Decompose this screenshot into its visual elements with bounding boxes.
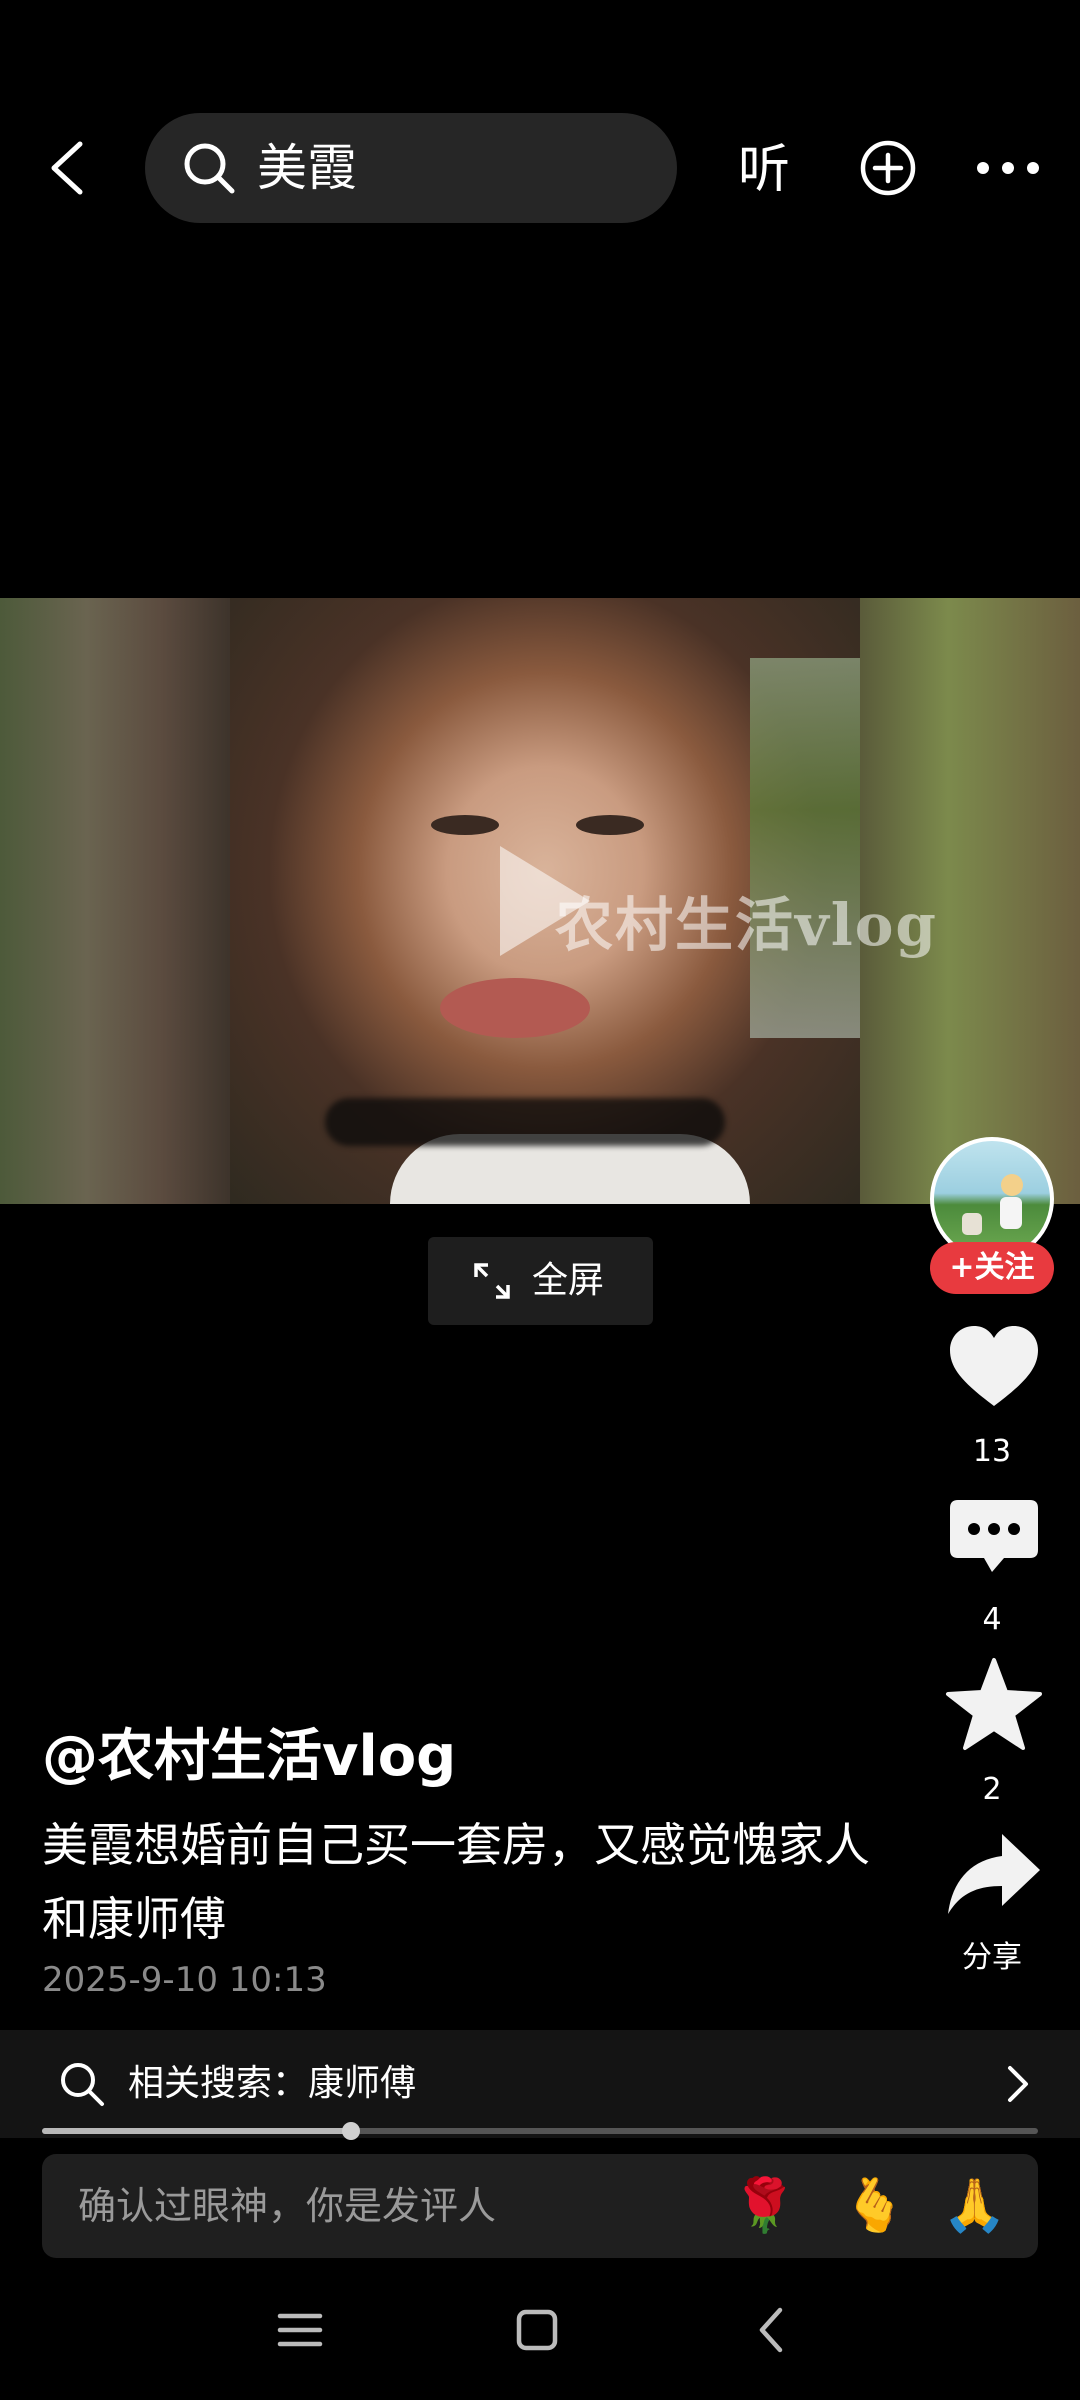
heart-icon[interactable]	[944, 1318, 1044, 1418]
share-arrow-icon[interactable]	[944, 1826, 1044, 1926]
background-foliage	[750, 658, 860, 1038]
add-circle-icon[interactable]	[858, 138, 918, 198]
playback-progress-fill	[42, 2128, 351, 2134]
video-subject-eyes	[431, 815, 644, 835]
comment-input[interactable]: 确认过眼神，你是发评人 🌹 🫰 🙏	[42, 2154, 1038, 2258]
follow-button[interactable]: +关注	[930, 1242, 1054, 1294]
comment-placeholder[interactable]: 确认过眼神，你是发评人	[78, 2182, 496, 2230]
favorite-count: 2	[982, 1772, 1002, 1807]
fullscreen-button[interactable]: 全屏	[428, 1237, 653, 1325]
search-bar[interactable]: 美霞	[145, 113, 677, 223]
like-count: 13	[972, 1434, 1012, 1469]
comment-bubble-icon[interactable]	[944, 1490, 1044, 1590]
search-icon	[184, 143, 235, 194]
avatar-illustration	[962, 1174, 1023, 1235]
related-search-bar[interactable]: 相关搜索：康师傅	[0, 2030, 1080, 2138]
emoji-pray[interactable]: 🙏	[942, 2176, 1007, 2236]
expand-icon	[474, 1263, 510, 1299]
star-icon[interactable]	[944, 1656, 1044, 1756]
related-search-label: 相关搜索：康师傅	[128, 2063, 417, 2104]
post-description: 美霞想婚前自己买一套房，又感觉愧家人和康师傅	[42, 1818, 870, 1946]
video-watermark: 农村生活vlog	[555, 891, 938, 959]
comment-count: 4	[982, 1602, 1002, 1637]
video-player[interactable]: 农村生活vlog	[0, 598, 1080, 1204]
emoji-rose[interactable]: 🌹	[732, 2176, 797, 2236]
back-arrow-icon[interactable]	[40, 138, 100, 198]
blurred-caption	[325, 1098, 725, 1146]
post-datetime: 2025-9-10 10:13	[42, 1960, 327, 2000]
author-handle[interactable]: @农村生活vlog	[42, 1722, 456, 1792]
nav-back-icon[interactable]	[742, 2300, 802, 2360]
search-icon	[61, 2063, 104, 2106]
search-query[interactable]: 美霞	[257, 137, 357, 199]
home-square-icon[interactable]	[507, 2300, 567, 2360]
playback-progress-bar[interactable]	[42, 2122, 1038, 2140]
share-label: 分享	[962, 1940, 1022, 1975]
more-dots-icon[interactable]	[975, 155, 1041, 181]
chevron-right-icon	[1008, 2066, 1028, 2102]
playback-scrubber-handle[interactable]	[341, 2122, 360, 2140]
fullscreen-label: 全屏	[532, 1260, 605, 1301]
video-subject-mouth	[440, 978, 590, 1038]
listen-button[interactable]: 听	[738, 138, 790, 202]
menu-icon[interactable]	[270, 2300, 330, 2360]
emoji-finger-heart[interactable]: 🫰	[842, 2176, 907, 2236]
